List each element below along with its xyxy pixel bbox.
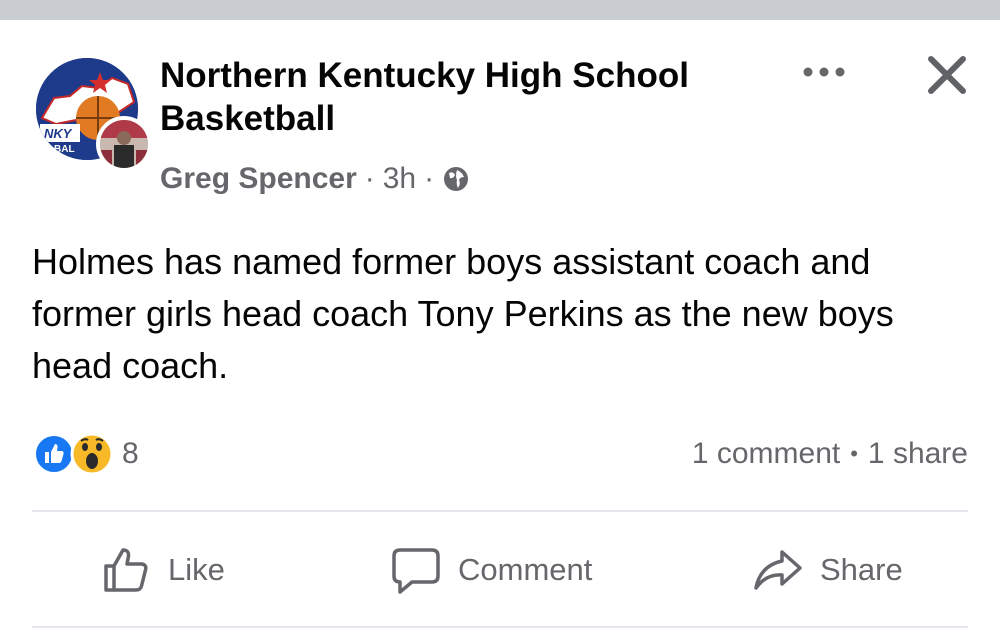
comment-button[interactable]: Comment [390, 540, 592, 600]
share-count-link[interactable]: 1 share [868, 437, 968, 471]
engagement-stats: 1 comment • 1 share [692, 432, 968, 476]
close-icon[interactable] [924, 52, 970, 98]
divider [32, 510, 968, 512]
reaction-count[interactable]: 8 [122, 437, 139, 471]
comment-count-link[interactable]: 1 comment [692, 437, 840, 471]
meta-separator: · [364, 162, 375, 195]
like-button[interactable]: Like [100, 540, 225, 600]
top-bar [0, 0, 1000, 20]
group-name-link[interactable]: Northern Kentucky High School Basketball [160, 54, 760, 140]
share-label: Share [820, 552, 903, 587]
globe-icon[interactable] [442, 165, 470, 193]
reactions-summary[interactable]: 8 [34, 432, 139, 476]
author-avatar[interactable] [96, 116, 152, 172]
avatar-logo-subtext: BAL [54, 144, 75, 155]
post-avatars[interactable]: NKY BAL [36, 54, 152, 172]
author-name-link[interactable]: Greg Spencer [160, 162, 357, 196]
comment-label: Comment [458, 552, 593, 587]
post-body-text: Holmes has named former boys assistant c… [32, 241, 894, 386]
reaction-icons [34, 432, 116, 476]
avatar-logo-text: NKY [44, 126, 73, 141]
share-button[interactable]: Share [752, 540, 903, 600]
more-options-icon[interactable] [798, 60, 850, 84]
stats-separator: • [850, 441, 858, 466]
divider [32, 626, 968, 628]
post-timestamp[interactable]: 3h [383, 162, 416, 196]
thumbs-up-icon [104, 548, 148, 592]
wow-reaction-icon [70, 432, 114, 476]
comment-bubble-icon [392, 548, 440, 594]
share-arrow-icon [754, 550, 802, 590]
like-label: Like [168, 552, 225, 587]
person-photo-icon [100, 120, 148, 168]
post-meta: Greg Spencer · 3h · [160, 160, 470, 198]
like-reaction-icon [34, 434, 74, 474]
meta-separator: · [424, 162, 435, 195]
